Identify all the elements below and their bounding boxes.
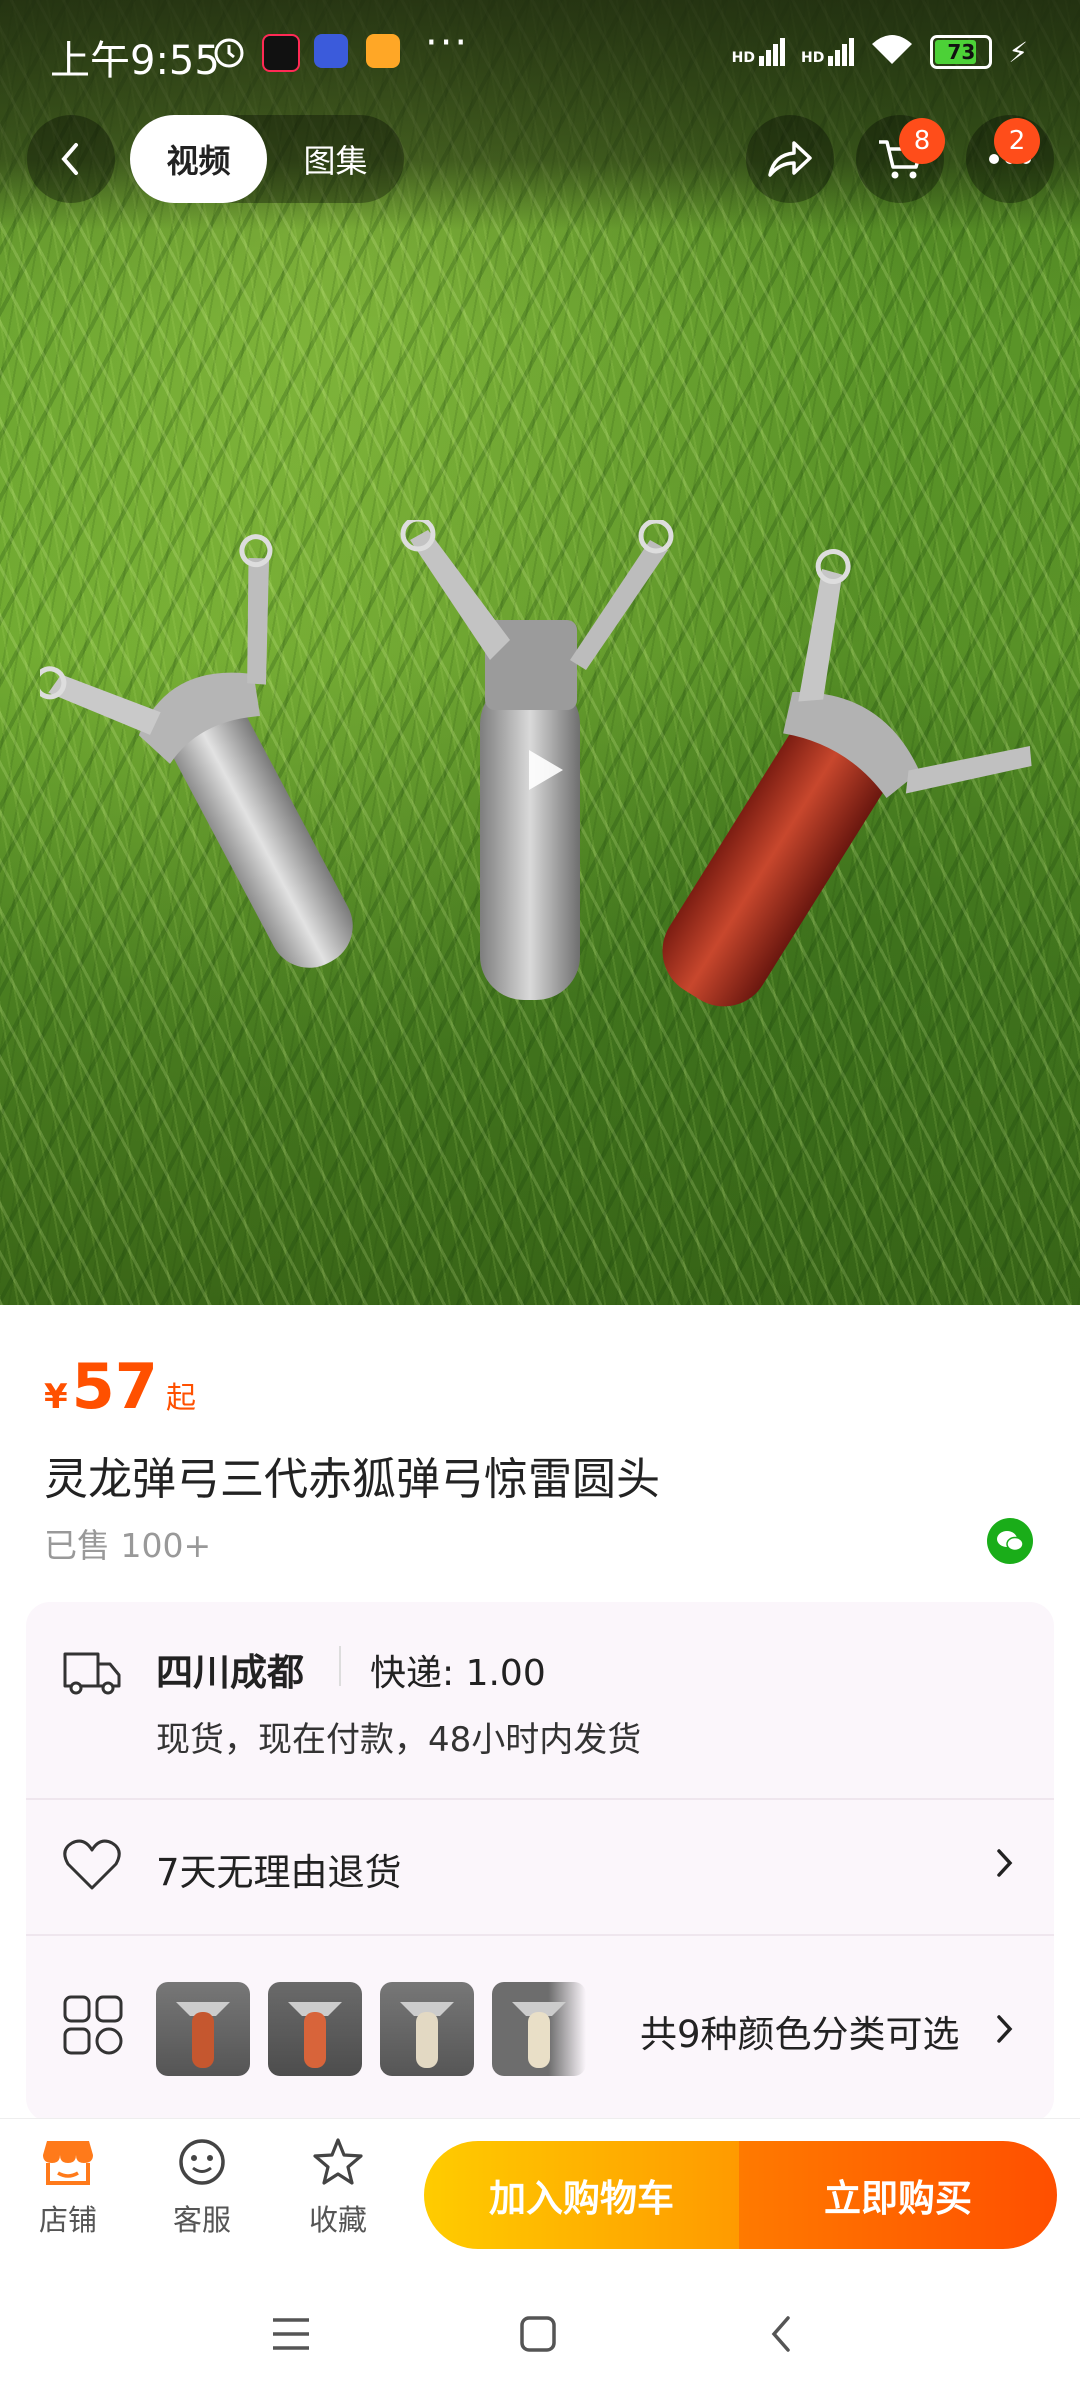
store-label: 店铺 <box>38 2203 97 2237</box>
service-label: 客服 <box>172 2203 231 2237</box>
back-icon[interactable] <box>768 2314 796 2358</box>
signal-icon-2: HD <box>801 38 855 66</box>
detail-card: 四川成都 快递: 1.00 现货，现在付款，48小时内发货 7天无理由退货 共9… <box>26 1602 1054 2122</box>
notes-app-icon <box>366 34 400 68</box>
status-time: 上午9:55 <box>50 38 220 84</box>
variant-thumbnail[interactable] <box>380 1982 474 2076</box>
share-button[interactable] <box>746 115 834 203</box>
price-currency: ¥ <box>44 1377 68 1417</box>
customer-service-button[interactable]: 客服 <box>152 2137 252 2239</box>
variant-thumbnail[interactable] <box>156 1982 250 2076</box>
tab-video[interactable]: 视频 <box>130 115 267 203</box>
slingshot-left <box>40 534 353 968</box>
alarm-icon <box>210 32 248 74</box>
price: ¥ 57 起 <box>44 1350 196 1423</box>
chevron-right-icon <box>994 2012 1016 2050</box>
favorite-button[interactable]: 收藏 <box>288 2137 388 2239</box>
price-suffix: 起 <box>165 1381 196 1416</box>
signal-icon: HD <box>732 38 785 66</box>
play-icon[interactable] <box>510 735 580 805</box>
status-right: HD HD 73 ⚡ <box>732 32 1028 72</box>
wifi-icon <box>870 32 914 72</box>
price-value: 57 <box>71 1350 158 1423</box>
variant-thumbnail[interactable] <box>492 1982 586 2076</box>
variants-row[interactable]: 共9种颜色分类可选 <box>26 1602 1054 2122</box>
buy-now-button[interactable]: 立即购买 <box>739 2141 1057 2249</box>
slingshot-right <box>662 549 1032 1007</box>
favorite-label: 收藏 <box>308 2203 367 2237</box>
variant-thumbnail[interactable] <box>268 1982 362 2076</box>
charging-icon: ⚡ <box>1008 35 1028 69</box>
tab-gallery[interactable]: 图集 <box>267 115 404 203</box>
home-icon[interactable] <box>518 2314 558 2358</box>
more-notifications-icon: ··· <box>425 20 470 66</box>
cart-count-badge: 8 <box>899 118 945 164</box>
variants-grid-icon <box>62 1994 124 2060</box>
customer-service-icon <box>179 2139 225 2185</box>
system-navigation-bar <box>0 2278 1080 2400</box>
media-tabs: 视频 图集 <box>130 115 404 203</box>
sold-count: 已售 100+ <box>44 1526 212 1565</box>
battery-icon: 73 <box>930 35 993 69</box>
add-to-cart-button[interactable]: 加入购物车 <box>424 2141 739 2249</box>
star-icon <box>313 2138 363 2185</box>
store-icon <box>43 2141 93 2185</box>
menu-icon[interactable] <box>270 2314 312 2358</box>
paste-app-icon <box>314 34 348 68</box>
status-bar: 上午9:55 ··· HD HD 73 ⚡ <box>0 0 1080 100</box>
message-count-badge: 2 <box>994 118 1040 164</box>
product-title: 灵龙弹弓三代赤狐弹弓惊雷圆头 <box>44 1454 660 1505</box>
chevron-left-icon <box>61 143 78 175</box>
variants-summary: 共9种颜色分类可选 <box>640 2013 960 2056</box>
store-button[interactable]: 店铺 <box>18 2137 118 2239</box>
screen-record-icon <box>262 34 300 72</box>
bottom-action-bar: 店铺 客服 收藏 加入购物车 立即购买 <box>0 2118 1080 2279</box>
back-button[interactable] <box>27 115 115 203</box>
share-icon <box>768 141 812 177</box>
wechat-share-icon[interactable] <box>987 1518 1033 1564</box>
